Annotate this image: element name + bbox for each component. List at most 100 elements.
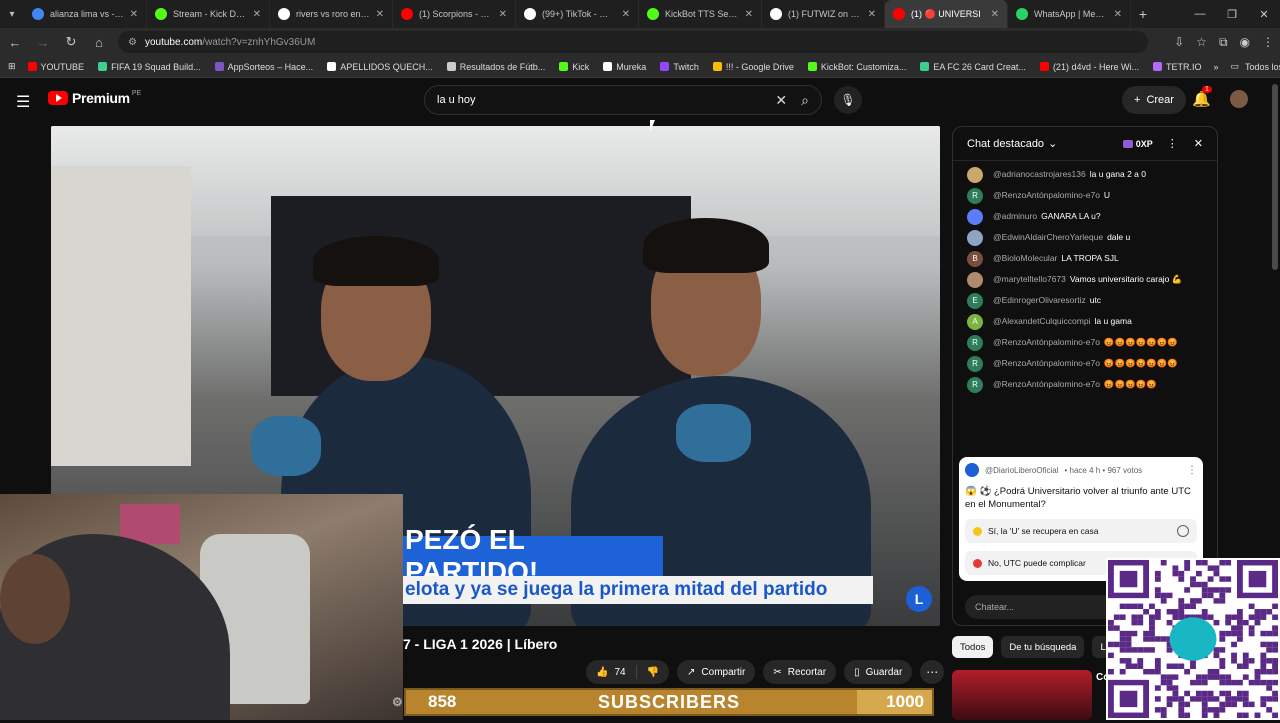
browser-menu-icon[interactable]: ⋮: [1262, 35, 1274, 50]
chat-message[interactable]: A @AlexandetCulquiccompi la u gama: [967, 314, 1217, 335]
chat-username[interactable]: @AlexandetCulquiccompi: [993, 316, 1090, 326]
chat-avatar[interactable]: E: [967, 293, 983, 309]
install-app-icon[interactable]: ⇩: [1174, 35, 1184, 50]
menu-icon[interactable]: ☰: [16, 92, 30, 112]
more-bookmarks-icon[interactable]: »: [1213, 62, 1218, 72]
close-chat-icon[interactable]: ✕: [1194, 137, 1203, 150]
voice-search-icon[interactable]: 🎙: [834, 86, 862, 114]
browser-tab[interactable]: rivers vs roro en la ve ✕: [270, 0, 393, 28]
browser-tab[interactable]: (1) FUTWIZ on X: "@ ✕: [762, 0, 885, 28]
profile-icon[interactable]: ◉: [1240, 35, 1250, 50]
bookmark-item[interactable]: Kick: [559, 62, 589, 72]
forward-icon[interactable]: →: [34, 35, 52, 50]
xp-badge[interactable]: 0XP: [1122, 139, 1153, 149]
search-input[interactable]: [437, 94, 776, 106]
chat-avatar[interactable]: R: [967, 356, 983, 372]
bookmark-star-icon[interactable]: ☆: [1196, 35, 1207, 50]
bookmark-item[interactable]: !!! - Google Drive: [712, 62, 794, 72]
tab-close-icon[interactable]: ✕: [376, 9, 384, 20]
bookmark-item[interactable]: APELLIDOS QUECH...: [327, 62, 433, 72]
browser-tab[interactable]: WhatsApp | Mensaje ✕: [1008, 0, 1131, 28]
minimize-icon[interactable]: —: [1184, 8, 1216, 20]
all-bookmarks-folder[interactable]: ▭ Todos los marcadores: [1230, 61, 1280, 72]
chat-avatar[interactable]: [967, 167, 983, 183]
share-button[interactable]: ↗ Compartir: [677, 660, 756, 684]
tab-close-icon[interactable]: ✕: [622, 9, 630, 20]
new-tab-button[interactable]: +: [1131, 6, 1155, 22]
chat-message[interactable]: R @RenzoAntónpalomino-e7o 😡😡😡😡😡😡😡: [967, 356, 1217, 377]
home-icon[interactable]: ⌂: [90, 35, 108, 50]
chat-avatar[interactable]: [967, 209, 983, 225]
chat-username[interactable]: @adrianocastrojares136: [993, 169, 1086, 179]
save-button[interactable]: ▯ Guardar: [844, 660, 913, 684]
bookmark-item[interactable]: Resultados de Fútb...: [446, 62, 545, 72]
tab-search-button[interactable]: ▾: [0, 0, 24, 28]
search-icon[interactable]: ⌕: [801, 92, 809, 109]
page-scrollbar[interactable]: [1272, 84, 1278, 270]
tab-close-icon[interactable]: ✕: [499, 9, 507, 20]
clip-button[interactable]: ✂ Recortar: [763, 660, 837, 684]
chat-avatar[interactable]: A: [967, 314, 983, 330]
clear-search-icon[interactable]: ✕: [775, 92, 787, 109]
chat-avatar[interactable]: R: [967, 377, 983, 393]
chat-username[interactable]: @EdinrogerOlivaresortiz: [993, 295, 1086, 305]
close-window-icon[interactable]: ✕: [1248, 8, 1280, 21]
tab-close-icon[interactable]: ✕: [868, 9, 876, 20]
tab-close-icon[interactable]: ✕: [745, 9, 753, 20]
extensions-icon[interactable]: ⧉: [1219, 35, 1228, 50]
chat-avatar[interactable]: R: [967, 188, 983, 204]
filter-chip-all[interactable]: Todos: [952, 636, 994, 658]
tab-close-icon[interactable]: ✕: [253, 9, 261, 20]
bookmark-item[interactable]: TETR.IO: [1152, 62, 1201, 72]
chat-message[interactable]: E @EdinrogerOlivaresortiz utc: [967, 293, 1217, 314]
radio-icon[interactable]: [1177, 525, 1189, 537]
chat-message[interactable]: @EdwinAldairCheroYarleque dale u: [967, 230, 1217, 251]
more-actions-icon[interactable]: ⋯: [920, 660, 945, 684]
browser-tab[interactable]: (1) Scorpions - Still Li ✕: [393, 0, 516, 28]
chat-message[interactable]: @marytelltello7673 Vamos universitario ca…: [967, 272, 1217, 293]
bookmark-item[interactable]: AppSorteos – Hace...: [214, 62, 313, 72]
like-button[interactable]: 👍 74 👎: [586, 660, 670, 684]
chat-username[interactable]: @RenzoAntónpalomino-e7o: [993, 358, 1100, 368]
account-avatar[interactable]: [1230, 90, 1248, 108]
chat-avatar[interactable]: R: [967, 335, 983, 351]
tab-close-icon[interactable]: ✕: [1114, 9, 1122, 20]
create-button[interactable]: + Crear: [1122, 86, 1186, 114]
chat-avatar[interactable]: [967, 272, 983, 288]
tab-close-icon[interactable]: ✕: [130, 9, 138, 20]
back-icon[interactable]: ←: [6, 35, 24, 50]
chat-message[interactable]: R @RenzoAntónpalomino-e7o 😡😡😡😡😡😡😡: [967, 335, 1217, 356]
youtube-logo[interactable]: Premium PE: [48, 90, 141, 106]
browser-tab[interactable]: alianza lima vs - Busc ✕: [24, 0, 147, 28]
bookmark-item[interactable]: EA FC 26 Card Creat...: [920, 62, 1026, 72]
chat-message[interactable]: @adminuro GANARA LA u?: [967, 209, 1217, 230]
filter-chip-search[interactable]: De tu búsqueda: [1001, 636, 1085, 658]
reload-icon[interactable]: ↻: [62, 34, 80, 50]
chat-username[interactable]: @BioloMolecular: [993, 253, 1057, 263]
bookmark-item[interactable]: Mureka: [603, 62, 646, 72]
poll-option-1[interactable]: Sí, la 'U' se recupera en casa: [965, 519, 1197, 543]
chat-menu-icon[interactable]: ⋮: [1167, 137, 1178, 150]
bookmark-item[interactable]: Twitch: [660, 62, 699, 72]
notifications-icon[interactable]: 🔔 1: [1192, 86, 1212, 108]
chat-message[interactable]: @adrianocastrojares136 la u gana 2 a 0: [967, 167, 1217, 188]
chat-username[interactable]: @RenzoAntónpalomino-e7o: [993, 379, 1100, 389]
bookmark-item[interactable]: FIFA 19 Squad Build...: [98, 62, 201, 72]
browser-tab[interactable]: KickBot TTS Settings ✕: [639, 0, 762, 28]
site-info-icon[interactable]: ⚙: [128, 37, 137, 48]
chat-username[interactable]: @adminuro: [993, 211, 1037, 221]
tab-close-icon[interactable]: ✕: [991, 9, 999, 20]
bookmark-item[interactable]: YOUTUBE: [27, 62, 84, 72]
chat-username[interactable]: @RenzoAntónpalomino-e7o: [993, 337, 1100, 347]
chat-message[interactable]: R @RenzoAntónpalomino-e7o U: [967, 188, 1217, 209]
poll-menu-icon[interactable]: ⋮: [1187, 465, 1197, 476]
chat-username[interactable]: @EdwinAldairCheroYarleque: [993, 232, 1103, 242]
chat-avatar[interactable]: B: [967, 251, 983, 267]
chat-mode-selector[interactable]: Chat destacado ⌄: [967, 137, 1057, 151]
browser-tab[interactable]: Stream - Kick Dashbo ✕: [147, 0, 270, 28]
suggested-video-thumbnail[interactable]: [952, 670, 1092, 720]
url-bar[interactable]: ⚙ youtube.com/watch?v=znhYhGv36UM: [118, 31, 1148, 53]
apps-grid-icon[interactable]: ⊞: [8, 61, 16, 72]
browser-tab[interactable]: (99+) TikTok - Make Y ✕: [516, 0, 639, 28]
bookmark-item[interactable]: KickBot: Customiza...: [807, 62, 906, 72]
